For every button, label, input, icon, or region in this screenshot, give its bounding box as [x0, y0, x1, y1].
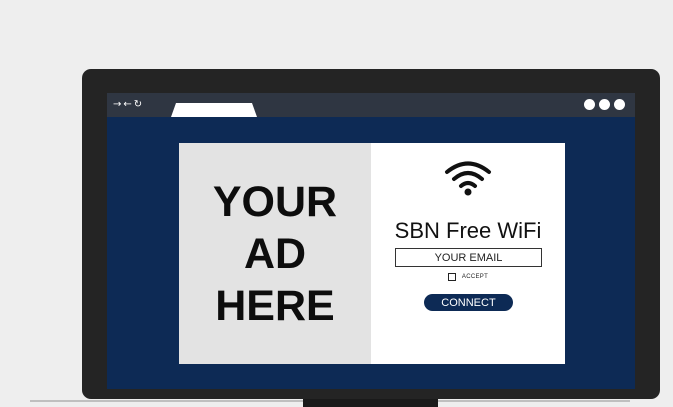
window-dot-icon[interactable] [614, 99, 625, 110]
forward-arrow-icon[interactable]: → [113, 100, 121, 110]
network-name: SBN Free WiFi [394, 218, 542, 243]
ad-line: HERE [215, 281, 335, 330]
ad-line: AD [243, 229, 307, 278]
wifi-icon [445, 161, 491, 196]
email-field[interactable] [395, 248, 542, 267]
window-controls [584, 99, 625, 110]
window-dot-icon[interactable] [599, 99, 610, 110]
ad-panel: YOUR AD HERE [179, 143, 371, 364]
ad-line: YOUR [212, 177, 338, 226]
window-dot-icon[interactable] [584, 99, 595, 110]
browser-tab[interactable] [171, 103, 257, 117]
captive-portal: YOUR AD HERE SBN Free WiFi ACCEPT CONNEC… [179, 143, 565, 364]
back-arrow-icon[interactable]: ← [123, 100, 131, 110]
browser-nav-controls: → ← ↻ [113, 95, 142, 115]
ad-text: YOUR AD HERE [213, 176, 337, 332]
reload-icon[interactable]: ↻ [134, 100, 142, 110]
connect-button[interactable]: CONNECT [424, 294, 513, 311]
accept-label: ACCEPT [461, 274, 489, 280]
login-panel: SBN Free WiFi ACCEPT CONNECT [371, 143, 565, 364]
browser-toolbar: → ← ↻ [107, 93, 635, 117]
accept-row: ACCEPT [371, 273, 565, 281]
accept-checkbox[interactable] [447, 273, 456, 281]
